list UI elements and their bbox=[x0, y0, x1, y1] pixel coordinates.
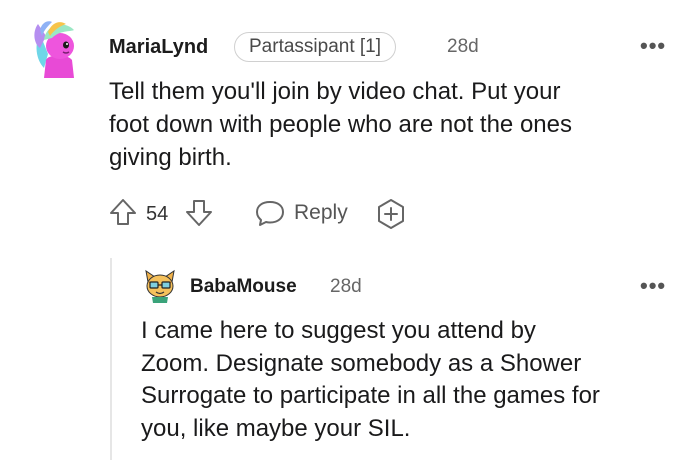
reply-username[interactable]: BabaMouse bbox=[190, 276, 297, 298]
user-avatar-icon bbox=[34, 21, 74, 78]
arrow-up-icon bbox=[110, 199, 136, 225]
speech-bubble-icon bbox=[256, 201, 284, 226]
reply-button[interactable]: Reply bbox=[254, 198, 354, 228]
reply-body-line: Surrogate to participate in all the game… bbox=[141, 382, 600, 409]
arrow-down-icon bbox=[186, 200, 212, 226]
upvote-button[interactable] bbox=[108, 197, 138, 232]
comment-username[interactable]: MariaLynd bbox=[109, 36, 208, 59]
comment-timestamp[interactable]: 28d bbox=[447, 36, 479, 58]
reply-body-line: Zoom. Designate somebody as a Shower bbox=[141, 349, 582, 377]
downvote-button[interactable] bbox=[184, 198, 214, 233]
reply-body-line: you, like maybe your SIL. bbox=[141, 414, 411, 442]
comment-body: Tell them you'll join by video chat. Put… bbox=[109, 75, 679, 174]
reply-timestamp[interactable]: 28d bbox=[330, 276, 362, 298]
vote-count: 54 bbox=[146, 203, 169, 225]
comment-body-line: foot down with people who are not the on… bbox=[109, 111, 572, 138]
award-button[interactable] bbox=[375, 198, 407, 235]
reply-body-line: I came here to suggest you attend by bbox=[141, 317, 536, 344]
reply-label: Reply bbox=[294, 201, 348, 224]
user-avatar-icon bbox=[145, 269, 175, 303]
reply-avatar[interactable] bbox=[143, 268, 177, 304]
avatar[interactable] bbox=[30, 14, 86, 80]
user-flair: Partassipant [1] bbox=[234, 32, 397, 62]
comment-body-line: giving birth. bbox=[109, 144, 232, 171]
more-options-button[interactable]: ••• bbox=[640, 35, 666, 57]
comment-body-line: Tell them you'll join by video chat. Put… bbox=[109, 78, 561, 105]
reply-more-options-button[interactable]: ••• bbox=[640, 275, 666, 297]
thread-line[interactable] bbox=[110, 258, 112, 460]
plus-award-icon bbox=[378, 199, 404, 229]
reply-body: I came here to suggest you attend by Zoo… bbox=[141, 315, 686, 445]
